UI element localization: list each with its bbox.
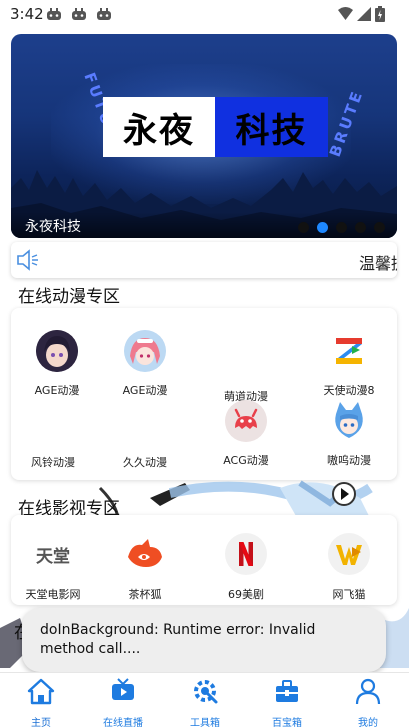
w-play-logo-icon [328, 533, 370, 575]
notice-text: 温馨提示 [359, 254, 397, 273]
red-monster-icon [225, 400, 267, 442]
status-bar: 3:42 [0, 0, 409, 30]
blank-icon [124, 418, 166, 440]
nav-toolbox[interactable]: 工具箱 [175, 677, 235, 727]
toolbox-icon [276, 680, 298, 702]
nav-profile[interactable]: 我的 [338, 677, 398, 727]
grid-item-jiujiu-anime[interactable]: 久久动漫 [99, 418, 191, 470]
red-fox-icon [124, 533, 166, 575]
speaker-icon [17, 249, 38, 271]
banner-carousel[interactable]: FUTURE BRUTE 永夜 科技 永夜科技 [11, 34, 397, 238]
grid-item-tianshi-anime[interactable]: 天使动漫8 [303, 330, 395, 398]
anime-grid-card: AGE动漫 AGE动漫 萌道动漫 天使动漫8 风铃动漫 久久动漫 ACG动漫 嗷… [11, 308, 397, 480]
grid-item-label: 网飞猫 [332, 588, 366, 601]
home-icon [27, 678, 55, 705]
nav-live[interactable]: 在线直播 [93, 677, 153, 727]
nav-label: 主页 [31, 718, 51, 727]
netflix-n-icon [225, 533, 267, 575]
carousel-dot[interactable] [374, 222, 385, 233]
signal-icon [357, 7, 371, 21]
grid-item-mengdao-anime[interactable]: 萌道动漫 [200, 330, 292, 404]
grid-item-label: 茶杯狐 [128, 588, 162, 601]
grid-item-fengling-anime[interactable]: 风铃动漫 [7, 418, 99, 470]
game-controller-icon [97, 8, 111, 20]
grid-item-chabeihu[interactable]: 茶杯狐 [99, 533, 191, 602]
tv-icon [112, 678, 134, 700]
game-controller-icon [47, 8, 61, 20]
person-icon [355, 678, 381, 705]
blue-cat-girl-icon [328, 400, 370, 442]
grid-item-aowu-anime[interactable]: 嗷呜动漫 [303, 400, 395, 468]
carousel-indicator [298, 222, 385, 233]
grid-item-69meiju[interactable]: 69美剧 [200, 533, 292, 602]
tiantang-logo-icon: 天堂 [32, 533, 74, 575]
nav-treasure-box[interactable]: 百宝箱 [257, 677, 317, 727]
game-controller-icon [72, 8, 86, 20]
grid-item-label: ACG动漫 [223, 454, 269, 467]
bottom-navigation: 主页 在线直播 工具箱 百宝箱 我的 [0, 672, 409, 727]
grid-item-acg-anime[interactable]: ACG动漫 [200, 400, 292, 468]
grid-item-age-anime[interactable]: AGE动漫 [11, 330, 103, 398]
carousel-dot[interactable] [336, 222, 347, 233]
error-toast: doInBackground: Runtime error: Invalid m… [22, 608, 386, 672]
dark-hair-girl-avatar-icon [36, 330, 78, 372]
grid-item-label: AGE动漫 [122, 384, 168, 397]
pink-hair-girl-avatar-icon [124, 330, 166, 372]
grid-item-age-anime-2[interactable]: AGE动漫 [99, 330, 191, 398]
grid-item-label: 久久动漫 [123, 456, 167, 469]
anime-section-title: 在线动漫专区 [18, 287, 120, 307]
colorful-z-logo-icon [328, 330, 370, 372]
wrench-gear-icon [194, 680, 218, 704]
carousel-dot[interactable] [298, 222, 309, 233]
notice-bar[interactable]: 温馨提示 [11, 242, 397, 278]
nav-label: 在线直播 [103, 718, 143, 727]
grid-item-label: AGE动漫 [34, 384, 80, 397]
banner-caption: 永夜科技 [25, 219, 81, 235]
grid-item-label: 天堂电影网 [25, 588, 81, 601]
grid-item-label: 风铃动漫 [31, 456, 75, 469]
carousel-dot[interactable] [355, 222, 366, 233]
nav-label: 工具箱 [190, 718, 220, 727]
grid-item-label: 69美剧 [228, 588, 264, 601]
grid-item-label: 天使动漫8 [323, 384, 375, 397]
status-time: 3:42 [10, 5, 44, 23]
grid-item-wangfeimao[interactable]: 网飞猫 [303, 533, 395, 602]
video-grid-card: 天堂 天堂电影网 茶杯狐 69美剧 网飞猫 [11, 515, 397, 605]
carousel-dot-active[interactable] [317, 222, 328, 233]
nav-label: 百宝箱 [272, 718, 302, 727]
tiantang-logo-text: 天堂 [36, 546, 70, 567]
nav-home[interactable]: 主页 [11, 677, 71, 727]
wifi-icon [338, 7, 353, 20]
blank-icon [32, 418, 74, 440]
grid-item-label: 嗷呜动漫 [327, 454, 371, 467]
nav-label: 我的 [358, 718, 378, 727]
battery-icon [375, 6, 385, 22]
blank-icon [225, 330, 267, 372]
grid-item-tiantang[interactable]: 天堂 天堂电影网 [7, 533, 99, 602]
